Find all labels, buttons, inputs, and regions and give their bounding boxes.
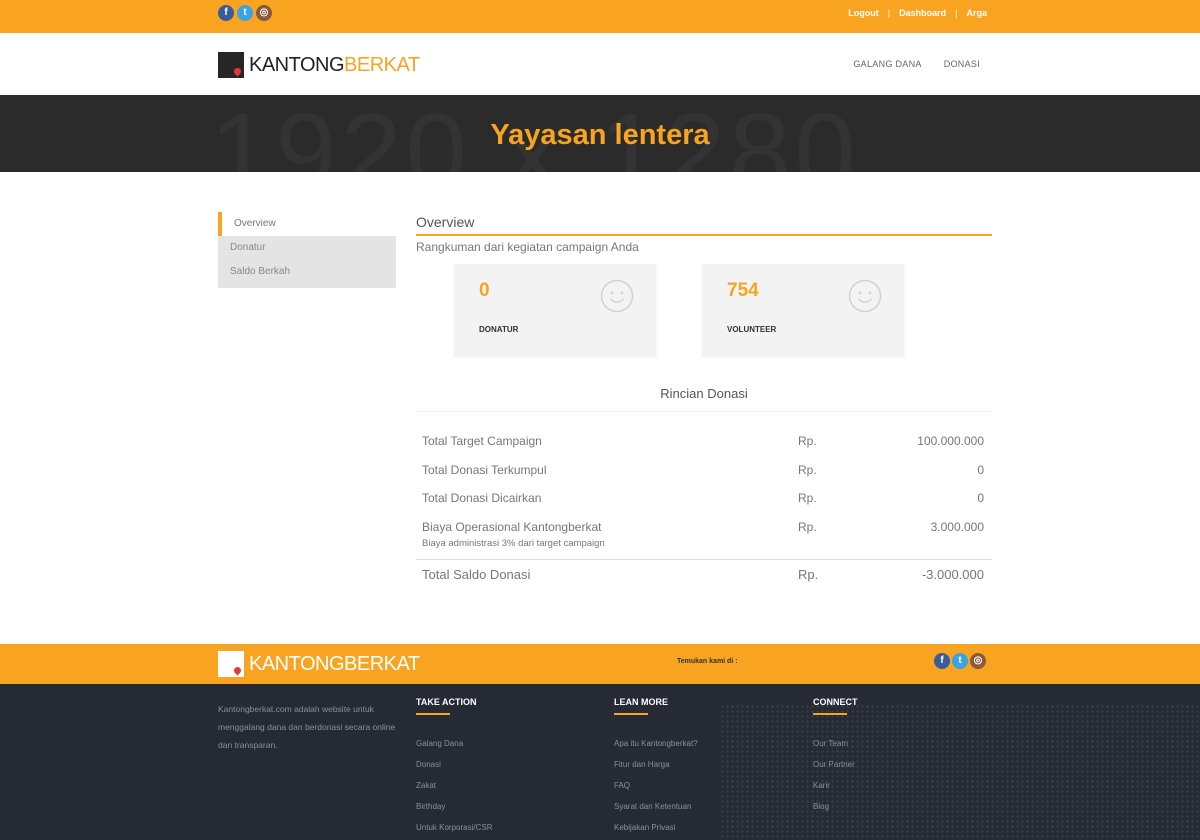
row-label: Total Donasi Terkumpul xyxy=(422,463,547,477)
top-bar: f t ◎ Logout | Dashboard | Arga xyxy=(0,0,1200,33)
main-nav: GALANG DANA DONASI xyxy=(853,59,980,69)
row-value: 0 xyxy=(977,463,984,477)
footer-link[interactable]: Apa itu Kantongberkat? xyxy=(614,737,794,758)
find-us-label: Temukan kami di : xyxy=(677,658,738,665)
dashboard-link[interactable]: Dashboard xyxy=(899,8,946,18)
section-subtitle: Rangkuman dari kegiatan campaign Anda xyxy=(416,240,639,254)
footer-link[interactable]: Karir xyxy=(813,779,993,800)
total-currency: Rp. xyxy=(798,567,819,582)
footer-column-title: LEAN MORE xyxy=(614,697,668,707)
logo-text: KANTONGBERKAT xyxy=(249,652,420,675)
footer-column-take-action: TAKE ACTION Galang Dana Donasi Zakat Bir… xyxy=(416,697,596,840)
top-social-links: f t ◎ xyxy=(218,5,272,21)
main-content: Overview Rangkuman dari kegiatan campaig… xyxy=(416,214,992,582)
footer-link[interactable]: Untuk Korporasi/CSR xyxy=(416,821,596,840)
title-underline xyxy=(614,713,648,715)
total-divider xyxy=(416,559,992,560)
twitter-icon[interactable]: t xyxy=(237,5,253,21)
site-footer: Kantongberkat.com adalah website untuk m… xyxy=(0,684,1200,840)
twitter-icon[interactable]: t xyxy=(952,653,968,669)
instagram-icon[interactable]: ◎ xyxy=(970,653,986,669)
row-value: 0 xyxy=(977,491,984,505)
sidebar-item-saldo-berkah[interactable]: Saldo Berkah xyxy=(218,260,396,288)
smiley-icon xyxy=(848,279,882,313)
logo-text: KANTONGBERKAT xyxy=(249,53,420,76)
footer-column-lean-more: LEAN MORE Apa itu Kantongberkat? Fitur d… xyxy=(614,697,794,840)
stat-label: DONATUR xyxy=(479,325,519,334)
donation-details-title: Rincian Donasi xyxy=(416,386,992,412)
row-currency: Rp. xyxy=(798,520,817,534)
facebook-icon[interactable]: f xyxy=(218,5,234,21)
account-links: Logout | Dashboard | Arga xyxy=(848,8,987,18)
user-link[interactable]: Arga xyxy=(966,8,987,18)
footer-link[interactable]: Syarat dan Ketentuan xyxy=(614,800,794,821)
separator: | xyxy=(955,8,958,18)
stat-value: 0 xyxy=(479,280,490,301)
stat-label: VOLUNTEER xyxy=(727,325,777,334)
footer-social-links: f t ◎ xyxy=(934,653,986,669)
row-value: 100.000.000 xyxy=(917,434,984,448)
sidebar-item-overview[interactable]: Overview xyxy=(218,212,396,236)
total-label: Total Saldo Donasi xyxy=(422,567,531,582)
footer-band: KANTONGBERKAT Temukan kami di : f t ◎ xyxy=(0,644,1200,684)
title-underline xyxy=(416,713,450,715)
footer-about: Kantongberkat.com adalah website untuk m… xyxy=(218,704,396,750)
stat-value: 754 xyxy=(727,280,759,301)
separator: | xyxy=(887,8,891,18)
footer-column-connect: CONNECT Our Team Our Partner Karir Blog xyxy=(813,697,993,821)
hero-banner: 1920 x 1280 Yayasan lentera xyxy=(0,95,1200,172)
facebook-icon[interactable]: f xyxy=(934,653,950,669)
footer-column-title: TAKE ACTION xyxy=(416,697,477,707)
row-label: Total Target Campaign xyxy=(422,434,542,448)
footer-link[interactable]: FAQ xyxy=(614,779,794,800)
footer-link[interactable]: Fitur dan Harga xyxy=(614,758,794,779)
nav-donasi[interactable]: DONASI xyxy=(944,59,980,69)
footer-logo[interactable]: KANTONGBERKAT xyxy=(218,651,420,677)
stat-card-volunteer: 754 VOLUNTEER xyxy=(702,264,904,356)
stats-row: 0 DONATUR 754 VOLUNTEER xyxy=(454,264,904,356)
footer-link[interactable]: Galang Dana xyxy=(416,737,596,758)
footer-link[interactable]: Blog xyxy=(813,800,993,821)
row-label: Total Donasi Dicairkan xyxy=(422,491,542,505)
footer-link[interactable]: Our Partner xyxy=(813,758,993,779)
row-value: 3.000.000 xyxy=(930,520,984,534)
footer-link[interactable]: Kebijakan Privasi xyxy=(614,821,794,840)
row-note: Biaya administrasi 3% dari target campai… xyxy=(422,538,605,549)
logout-link[interactable]: Logout xyxy=(848,8,879,18)
section-title: Overview xyxy=(416,214,992,236)
footer-link[interactable]: Our Team xyxy=(813,737,993,758)
smiley-icon xyxy=(600,279,634,313)
footer-link[interactable]: Zakat xyxy=(416,779,596,800)
nav-galang-dana[interactable]: GALANG DANA xyxy=(853,59,921,69)
total-value: -3.000.000 xyxy=(921,567,984,582)
instagram-icon[interactable]: ◎ xyxy=(256,5,272,21)
page-title: Yayasan lentera xyxy=(490,119,710,151)
sidebar-item-donatur[interactable]: Donatur xyxy=(218,236,396,260)
row-currency: Rp. xyxy=(798,463,817,477)
sidebar: Overview Donatur Saldo Berkah xyxy=(218,212,396,288)
footer-link[interactable]: Donasi xyxy=(416,758,596,779)
row-currency: Rp. xyxy=(798,491,817,505)
row-currency: Rp. xyxy=(798,434,817,448)
stat-card-donatur: 0 DONATUR xyxy=(454,264,656,356)
logo-mark-icon xyxy=(218,651,244,677)
site-header: KANTONGBERKAT GALANG DANA DONASI xyxy=(0,33,1200,95)
row-label: Biaya Operasional Kantongberkat xyxy=(422,520,602,534)
site-logo[interactable]: KANTONGBERKAT xyxy=(218,52,420,78)
title-underline xyxy=(813,713,847,715)
footer-link[interactable]: Birthday xyxy=(416,800,596,821)
logo-mark-icon xyxy=(218,52,244,78)
footer-column-title: CONNECT xyxy=(813,697,858,707)
